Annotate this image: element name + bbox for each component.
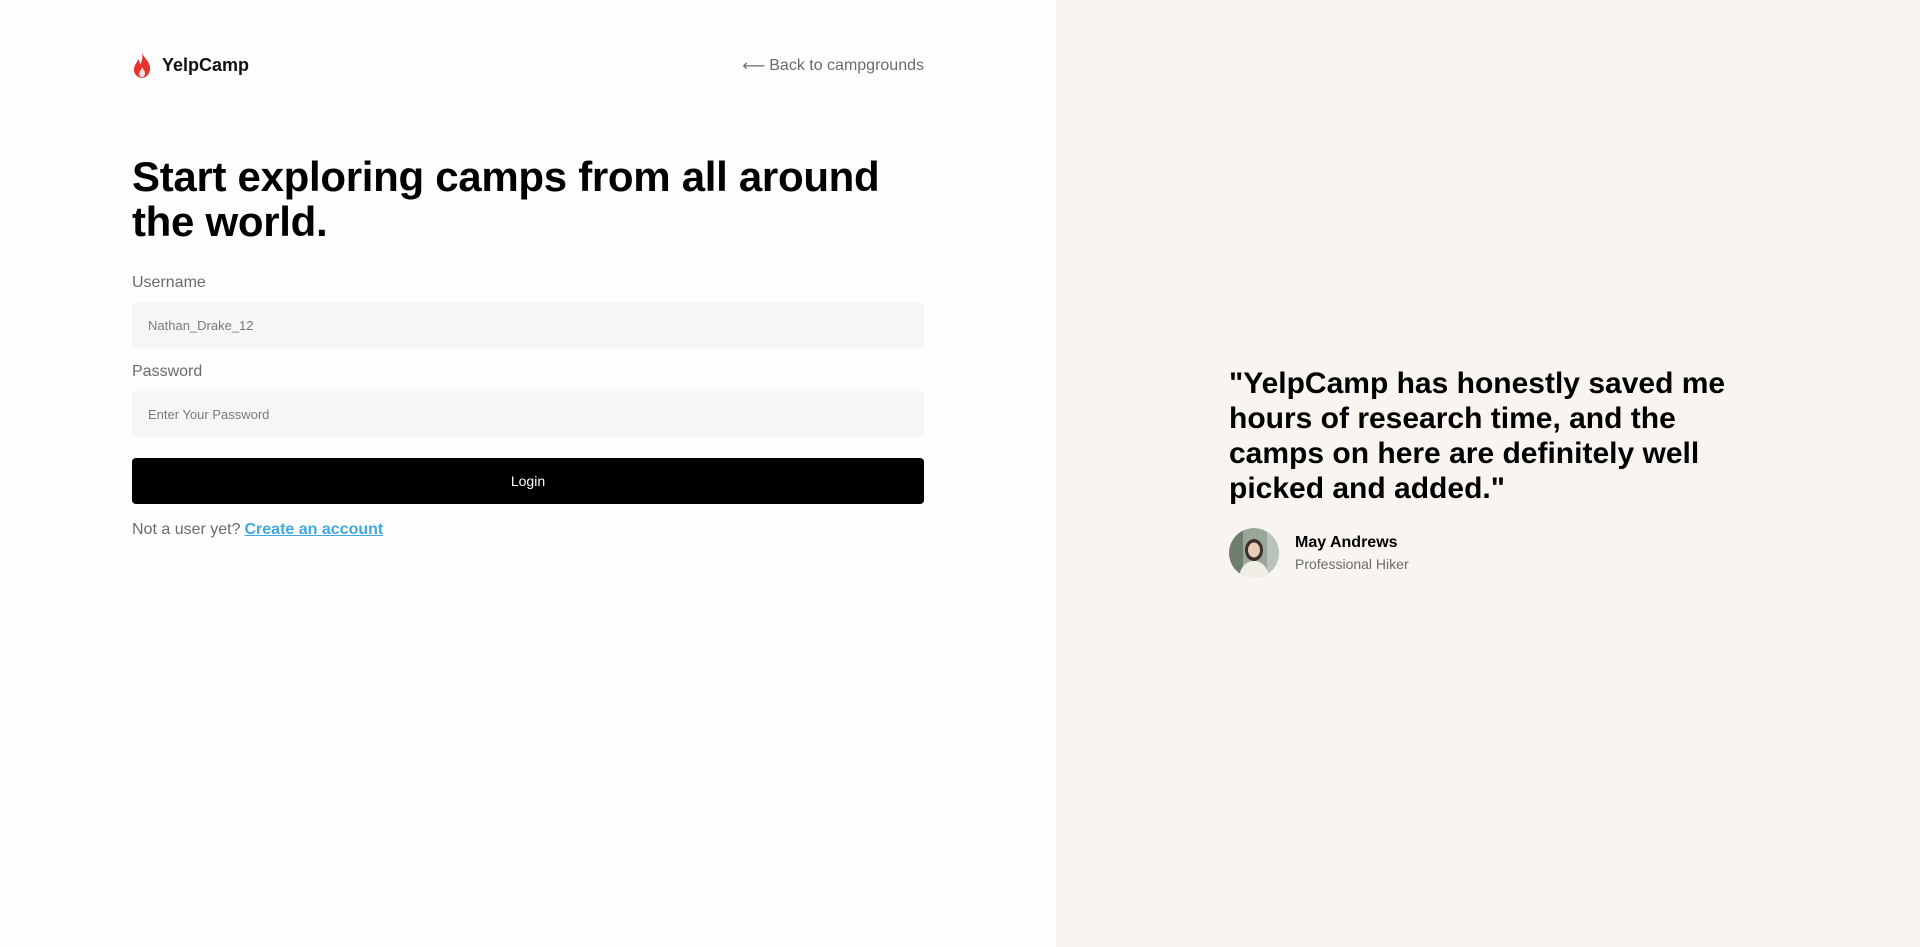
username-input[interactable] bbox=[132, 302, 924, 348]
password-label: Password bbox=[132, 363, 203, 380]
login-panel: YelpCamp ⟵ Back to campgrounds Start exp… bbox=[0, 0, 1056, 947]
header: YelpCamp ⟵ Back to campgrounds bbox=[132, 48, 924, 82]
signup-prompt-text: Not a user yet? bbox=[132, 521, 241, 538]
username-label: Username bbox=[132, 274, 206, 291]
author-name: May Andrews bbox=[1295, 534, 1398, 551]
flame-icon bbox=[133, 52, 151, 78]
signup-prompt: Not a user yet? Create an account bbox=[132, 521, 383, 539]
back-to-campgrounds-link[interactable]: ⟵ Back to campgrounds bbox=[742, 56, 924, 76]
testimonial-author: May Andrews Professional Hiker bbox=[1229, 528, 1409, 578]
brand-name: YelpCamp bbox=[162, 54, 250, 75]
user-avatar bbox=[1229, 528, 1279, 578]
arrow-left-icon: ⟵ bbox=[742, 58, 766, 75]
author-info: May Andrews Professional Hiker bbox=[1295, 534, 1409, 572]
create-account-link[interactable]: Create an account bbox=[245, 521, 384, 538]
page-title: Start exploring camps from all around th… bbox=[132, 153, 880, 245]
brand-logo[interactable]: YelpCamp bbox=[132, 48, 249, 82]
author-role: Professional Hiker bbox=[1295, 556, 1409, 572]
password-input[interactable] bbox=[132, 391, 924, 437]
login-button[interactable]: Login bbox=[132, 458, 924, 504]
testimonial-quote: "YelpCamp has honestly saved me hours of… bbox=[1229, 367, 1726, 505]
back-link-label: Back to campgrounds bbox=[769, 57, 924, 74]
